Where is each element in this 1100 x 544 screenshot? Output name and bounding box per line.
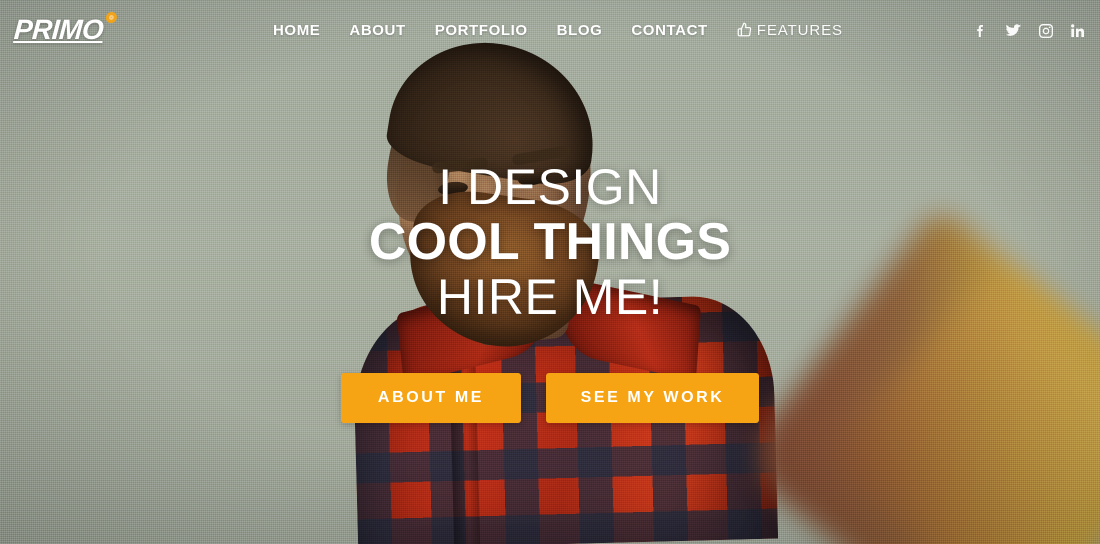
nav-item-features-label: FEATURES (756, 22, 843, 39)
hero-headline: I DESIGN COOL THINGS HIRE ME! (0, 160, 1100, 324)
twitter-icon (1005, 24, 1022, 36)
linkedin-icon (1071, 23, 1084, 37)
nav-item-home[interactable]: HOME (273, 22, 320, 39)
instagram-icon (1039, 23, 1053, 38)
hero-cta-group: ABOUT ME SEE MY WORK (0, 373, 1100, 423)
logo-dot-icon (105, 11, 118, 23)
nav-item-features[interactable]: FEATURES (737, 22, 843, 39)
main-navigation: HOME ABOUT PORTFOLIO BLOG CONTACT FEATUR… (273, 22, 843, 39)
site-header: PRIMO HOME ABOUT PORTFOLIO BLOG CONTACT … (0, 0, 1100, 65)
nav-item-contact[interactable]: CONTACT (631, 22, 707, 39)
thumbs-up-icon (737, 22, 751, 37)
facebook-icon (977, 24, 984, 37)
nav-item-blog[interactable]: BLOG (557, 22, 603, 39)
social-link-facebook[interactable] (973, 23, 989, 39)
see-my-work-button[interactable]: SEE MY WORK (546, 373, 759, 423)
about-me-button[interactable]: ABOUT ME (341, 373, 521, 423)
hero-headline-line-3: HIRE ME! (436, 269, 664, 325)
hero-section: PRIMO HOME ABOUT PORTFOLIO BLOG CONTACT … (0, 0, 1100, 544)
social-link-instagram[interactable] (1038, 23, 1054, 39)
hero-headline-line-2: COOL THINGS (368, 213, 732, 271)
hero-headline-line-1: I DESIGN (438, 159, 662, 215)
nav-item-portfolio[interactable]: PORTFOLIO (435, 22, 528, 39)
site-logo[interactable]: PRIMO (12, 11, 118, 46)
social-link-twitter[interactable] (1005, 22, 1022, 39)
social-links (973, 22, 1086, 39)
site-logo-text: PRIMO (12, 14, 105, 45)
nav-item-about[interactable]: ABOUT (349, 22, 405, 39)
social-link-linkedin[interactable] (1070, 23, 1086, 39)
